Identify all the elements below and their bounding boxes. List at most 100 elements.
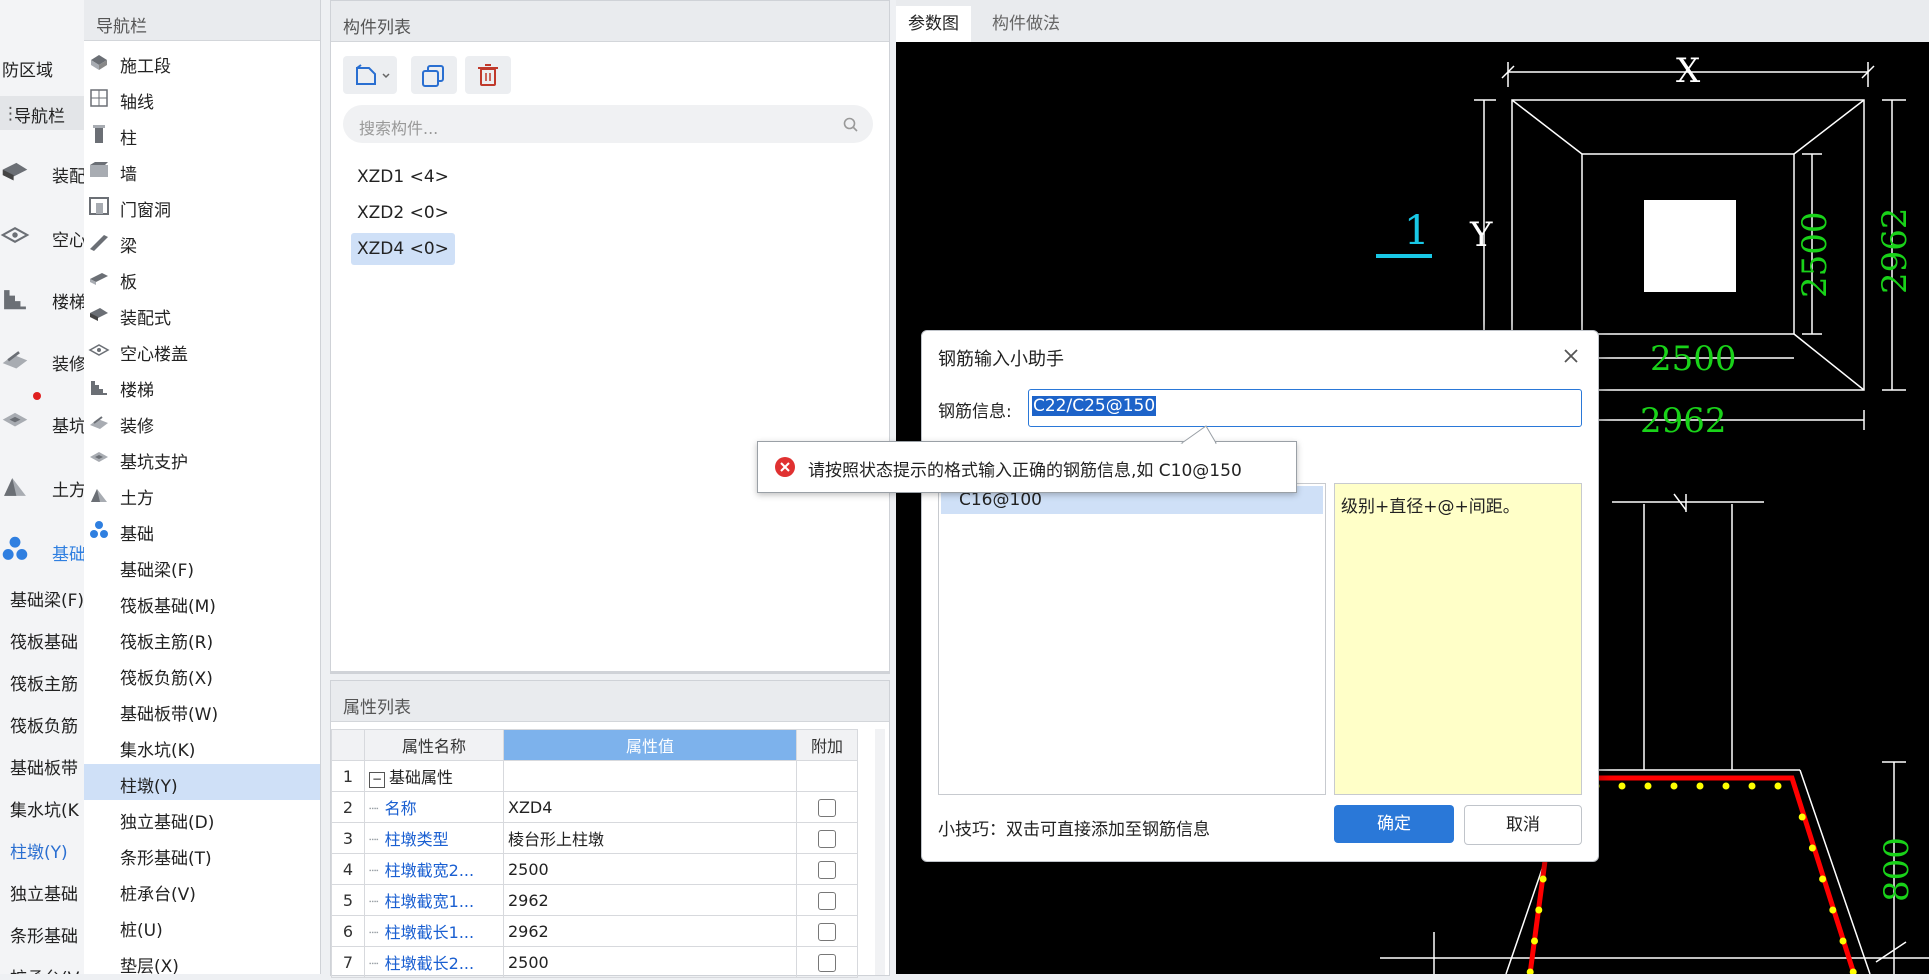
nav-sub-item[interactable]: 独立基础(D) [84, 800, 320, 836]
prop-value-header[interactable]: 属性值 [503, 729, 797, 761]
strip-item-5[interactable]: 土方 [0, 464, 84, 508]
table-row[interactable]: 5 ┈ 柱墩截宽1... 2962 [331, 884, 858, 916]
component-list-item[interactable]: XZD4 <0> [351, 233, 455, 265]
strip-sub-item[interactable]: 筏板负筋 [10, 712, 78, 737]
property-list-panel: 属性列表 属性名称 属性值 附加 1− 基础属性 2 ┈ 名称 XZD4 3 ┈ 柱墩类型 棱台形… [330, 680, 890, 978]
prop-name-header[interactable]: 属性名称 [364, 729, 504, 761]
nav-sub-item[interactable]: 条形基础(T) [84, 836, 320, 872]
prop-extra-cell[interactable] [796, 915, 858, 947]
strip-item-1[interactable]: 空心 [0, 214, 84, 258]
strip-sub-item[interactable]: 集水坑(K [10, 796, 79, 821]
strip-item-3[interactable]: 装修 [0, 338, 84, 382]
nav-item-pit-support[interactable]: 基坑支护 [84, 440, 320, 476]
new-component-button[interactable] [343, 56, 397, 94]
table-row[interactable]: 4 ┈ 柱墩截宽2... 2500 [331, 853, 858, 885]
door-window-icon [88, 195, 110, 217]
component-list-item[interactable]: XZD2 <0> [351, 197, 455, 229]
prop-value-cell[interactable]: 棱台形上柱墩 [503, 822, 797, 854]
prop-name-cell[interactable]: ┈ 柱墩截宽2... [364, 853, 504, 885]
table-row[interactable]: 6 ┈ 柱墩截长1... 2962 [331, 915, 858, 947]
tab-component-method[interactable]: 构件做法 [980, 6, 1072, 42]
prop-extra-cell[interactable] [796, 884, 858, 916]
strip-item-4[interactable]: 基坑 [0, 400, 84, 444]
nav-item-stairs[interactable]: 楼梯 [84, 368, 320, 404]
nav-sub-item[interactable]: 桩承台(V) [84, 872, 320, 908]
nav-item-wall[interactable]: 墙 [84, 152, 320, 188]
confirm-button[interactable]: 确定 [1334, 805, 1454, 843]
nav-sub-item[interactable]: 柱墩(Y) [84, 764, 320, 800]
dialog-close-button[interactable] [1556, 341, 1586, 371]
strip-sub-item[interactable]: 基础梁(F) [10, 586, 84, 611]
table-row[interactable]: 7 ┈ 柱墩截长2... 2500 [331, 946, 858, 978]
nav-sub-item[interactable]: 桩(U) [84, 908, 320, 944]
copy-component-button[interactable] [411, 56, 457, 94]
collapse-toggle[interactable]: − [369, 772, 385, 788]
nav-item-foundation[interactable]: 基础 [84, 512, 320, 548]
extra-checkbox[interactable] [818, 953, 836, 972]
cancel-button[interactable]: 取消 [1464, 805, 1582, 845]
nav-sub-item[interactable]: 集水坑(K) [84, 728, 320, 764]
property-scrollbar[interactable] [875, 729, 885, 975]
nav-sub-item[interactable]: 基础梁(F) [84, 548, 320, 584]
nav-sub-item[interactable]: 筏板基础(M) [84, 584, 320, 620]
prop-name-cell[interactable]: ┈ 柱墩截宽1... [364, 884, 504, 916]
prop-value-cell[interactable]: 2962 [503, 915, 797, 947]
prop-name-cell[interactable]: ┈ 柱墩截长1... [364, 915, 504, 947]
table-row[interactable]: 3 ┈ 柱墩类型 棱台形上柱墩 [331, 822, 858, 854]
extra-checkbox[interactable] [818, 891, 836, 910]
strip-sub-item[interactable]: 独立基础 [10, 880, 78, 905]
table-row[interactable]: 2 ┈ 名称 XZD4 [331, 791, 858, 823]
prop-value-cell[interactable] [503, 760, 797, 792]
table-row[interactable]: 1− 基础属性 [331, 760, 858, 792]
prop-extra-cell[interactable] [796, 822, 858, 854]
strip-sub-item[interactable]: 筏板主筋 [10, 670, 78, 695]
prop-name-cell[interactable]: ┈ 柱墩类型 [364, 822, 504, 854]
nav-item-door-window[interactable]: 门窗洞 [84, 188, 320, 224]
prop-extra-cell[interactable] [796, 760, 858, 792]
component-search-input[interactable]: 搜索构件... [343, 105, 873, 143]
strip-item-2[interactable]: 楼梯 [0, 276, 84, 320]
prop-extra-cell[interactable] [796, 853, 858, 885]
prop-name-cell[interactable]: ┈ 柱墩截长2... [364, 946, 504, 978]
prop-value-cell[interactable]: 2500 [503, 853, 797, 885]
prop-value-cell[interactable]: 2962 [503, 884, 797, 916]
strip-nav-header[interactable]: ⋮ 导航栏 [0, 96, 84, 130]
strip-sub-item[interactable]: 桩承台(V [10, 964, 79, 974]
strip-sub-item[interactable]: 条形基础 [10, 922, 78, 947]
prop-extra-header[interactable]: 附加 [796, 729, 858, 761]
extra-checkbox[interactable] [818, 860, 836, 879]
nav-item-slab[interactable]: 板 [84, 260, 320, 296]
nav-sub-item[interactable]: 筏板主筋(R) [84, 620, 320, 656]
nav-item-column[interactable]: 柱 [84, 116, 320, 152]
nav-item-axis-grid[interactable]: 轴线 [84, 80, 320, 116]
strip-sub-item[interactable]: 柱墩(Y) [10, 838, 68, 863]
nav-item-beam[interactable]: 梁 [84, 224, 320, 260]
rebar-info-input[interactable]: C22/C25@150 [1028, 389, 1582, 427]
component-list-item[interactable]: XZD1 <4> [351, 161, 455, 193]
strip-sub-item[interactable]: 筏板基础 [10, 628, 78, 653]
strip-item-6[interactable]: 基础 [0, 528, 84, 572]
prop-extra-cell[interactable] [796, 791, 858, 823]
prop-name-cell[interactable]: ┈ 名称 [364, 791, 504, 823]
delete-component-button[interactable] [465, 56, 511, 94]
nav-item-hollow-slab[interactable]: 空心楼盖 [84, 332, 320, 368]
extra-checkbox[interactable] [818, 829, 836, 848]
panel-splitter[interactable] [331, 671, 889, 673]
extra-checkbox[interactable] [818, 922, 836, 941]
prop-value-cell[interactable]: XZD4 [503, 791, 797, 823]
nav-item-decoration[interactable]: 装修 [84, 404, 320, 440]
nav-sub-item[interactable]: 垫层(X) [84, 944, 320, 980]
nav-sub-item[interactable]: 筏板负筋(X) [84, 656, 320, 692]
prop-value-cell[interactable]: 2500 [503, 946, 797, 978]
tab-parameter-diagram[interactable]: 参数图 [896, 6, 971, 42]
nav-item-prefab[interactable]: 装配式 [84, 296, 320, 332]
nav-item-construction-segment[interactable]: 施工段 [84, 44, 320, 80]
prop-name-cell[interactable]: − 基础属性 [364, 760, 504, 792]
extra-checkbox[interactable] [818, 798, 836, 817]
nav-item-earthwork[interactable]: 土方 [84, 476, 320, 512]
prop-extra-cell[interactable] [796, 946, 858, 978]
strip-item-0[interactable]: 装配 [0, 150, 84, 194]
nav-sub-item[interactable]: 基础板带(W) [84, 692, 320, 728]
rebar-format-list[interactable]: C16@100 [938, 483, 1326, 795]
strip-sub-item[interactable]: 基础板带 [10, 754, 78, 779]
